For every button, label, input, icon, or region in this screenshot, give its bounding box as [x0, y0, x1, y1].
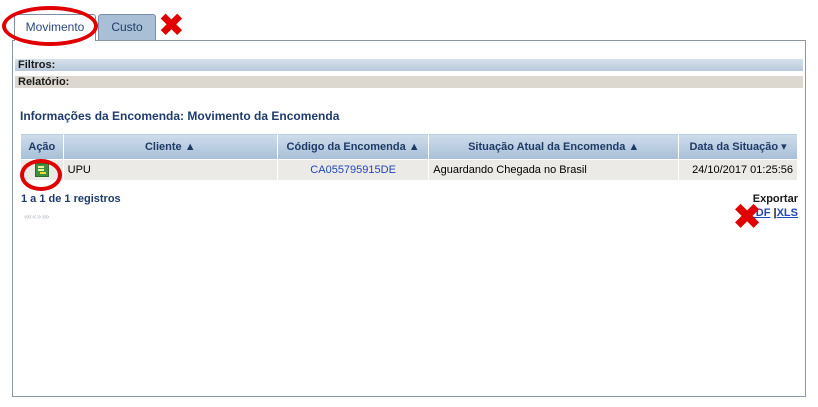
- tab-custo[interactable]: Custo: [98, 14, 156, 40]
- results-table: Ação Cliente ▲ Código da Encomenda ▲ Sit…: [20, 133, 798, 181]
- export-label: Exportar: [752, 193, 798, 205]
- situacao-cell: Aguardando Chegada no Brasil: [428, 159, 680, 181]
- cliente-cell: UPU: [62, 159, 278, 181]
- table-header-row: Ação Cliente ▲ Código da Encomenda ▲ Sit…: [20, 133, 798, 160]
- main-panel: Filtros: Relatório:: [12, 40, 806, 397]
- table-row: UPU CA055795915DE Aguardando Chegada no …: [20, 159, 798, 181]
- col-codigo-header[interactable]: Código da Encomenda ▲: [276, 133, 430, 160]
- data-cell: 24/10/2017 01:25:56: [678, 159, 798, 181]
- filtros-bar[interactable]: Filtros:: [15, 59, 803, 71]
- col-acao-header[interactable]: Ação: [20, 133, 64, 160]
- codigo-link[interactable]: CA055795915DE: [276, 159, 430, 181]
- col-situacao-header[interactable]: Situação Atual da Encomenda ▲: [428, 133, 680, 160]
- export-xls-link[interactable]: XLS: [777, 207, 798, 219]
- relatorio-bar[interactable]: Relatório:: [15, 76, 803, 88]
- tab-movimento[interactable]: Movimento: [14, 14, 96, 41]
- export-links: PDF |XLS: [748, 206, 798, 220]
- pagination[interactable]: «« « » »»: [24, 212, 49, 221]
- col-data-header[interactable]: Data da Situação ▾: [678, 133, 798, 160]
- annotation-x-custo: ✖: [158, 6, 185, 44]
- export-section: Exportar PDF |XLS: [748, 192, 798, 220]
- export-pdf-link[interactable]: PDF: [748, 207, 770, 219]
- section-title: Informações da Encomenda: Movimento da E…: [20, 109, 340, 123]
- acao-cell: [20, 159, 64, 181]
- document-icon[interactable]: [34, 163, 49, 177]
- records-count: 1 a 1 de 1 registros: [21, 193, 121, 205]
- col-cliente-header[interactable]: Cliente ▲: [62, 133, 278, 160]
